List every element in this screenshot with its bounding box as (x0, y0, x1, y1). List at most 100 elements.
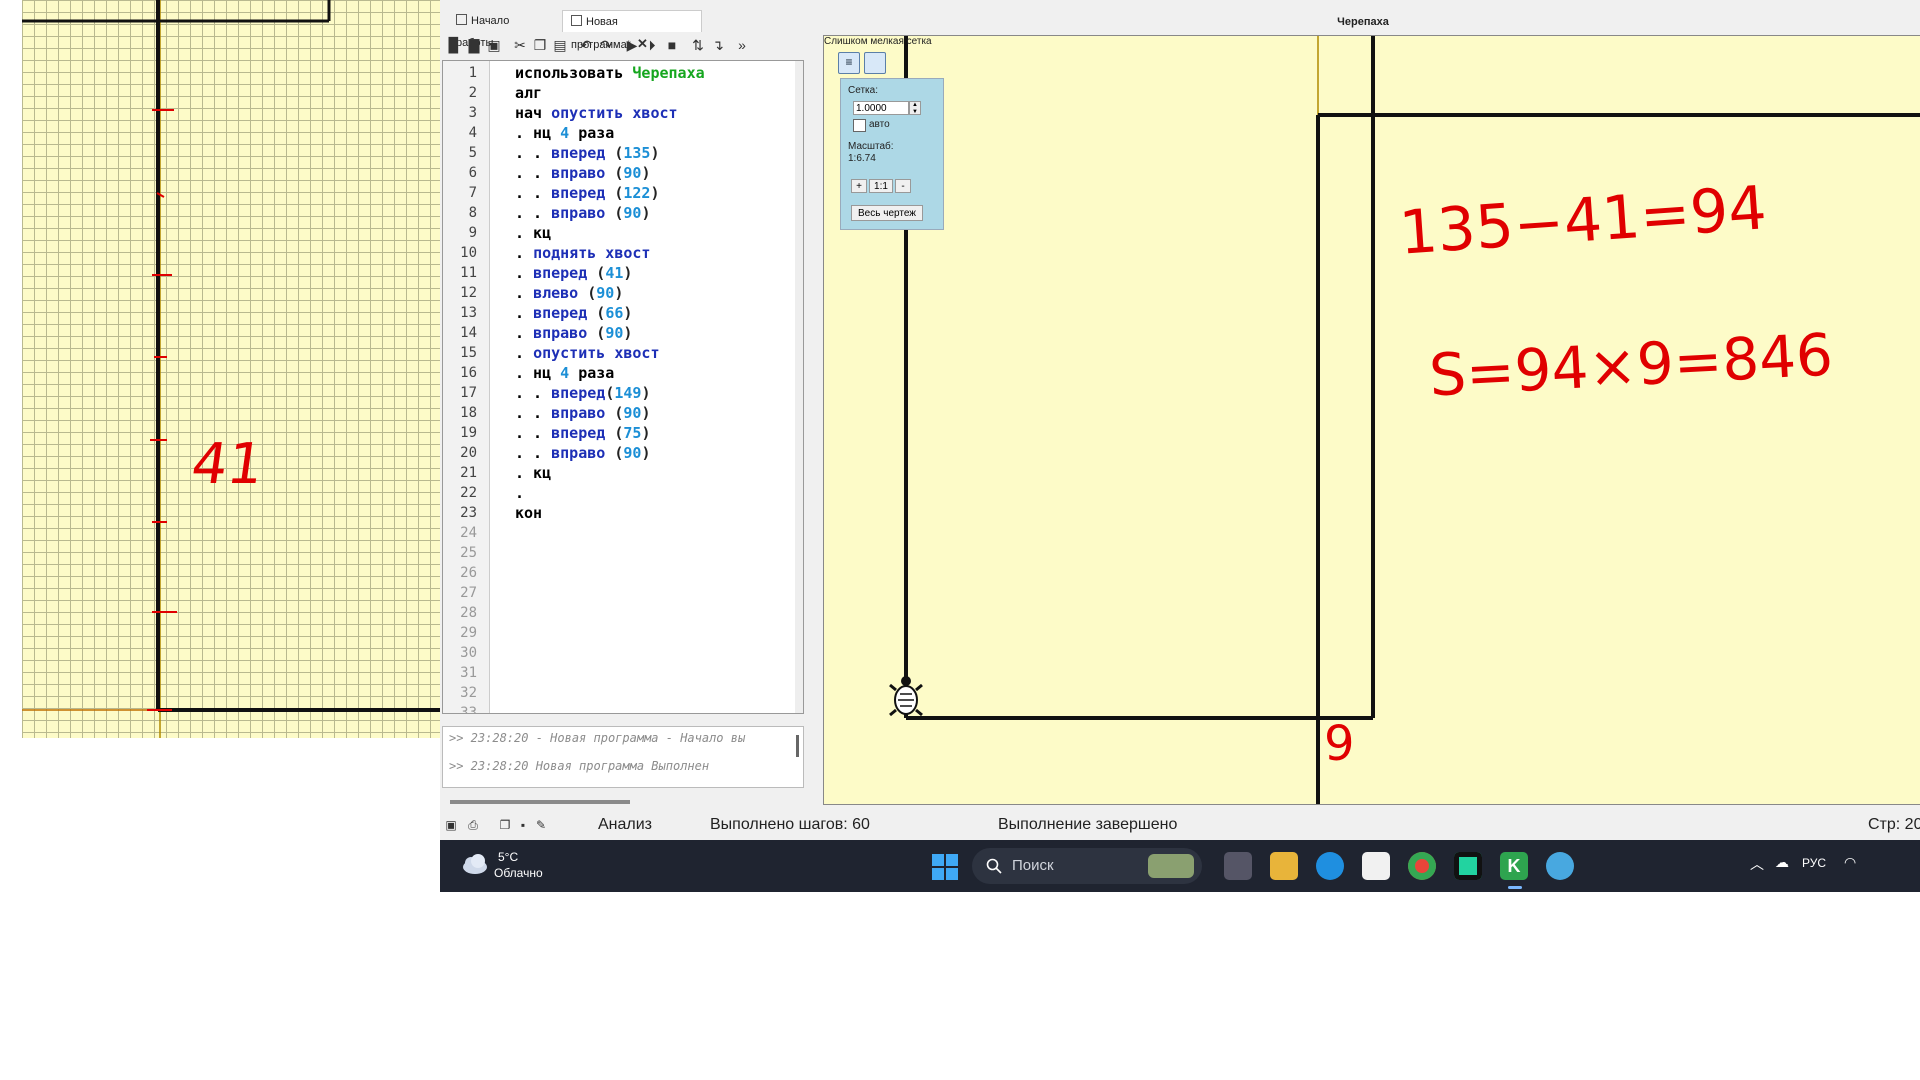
code-line[interactable]: кон (515, 503, 542, 523)
log-scrollbar-v[interactable] (796, 735, 799, 757)
line-number: 27 (460, 585, 477, 601)
code-token: вправо (551, 204, 606, 222)
editor-scrollbar[interactable] (795, 61, 803, 713)
code-line[interactable]: . нц 4 раза (515, 363, 614, 383)
copy-output-icon[interactable]: ❐ (498, 818, 512, 832)
edit-icon[interactable]: ✎ (534, 818, 548, 832)
save-icon[interactable]: ▣ (486, 37, 502, 53)
console-icon[interactable]: ▣ (444, 818, 458, 832)
weather-temperature[interactable]: 5°C (498, 850, 518, 864)
code-line[interactable]: . . вперед (122) (515, 183, 660, 203)
code-token: вперед (551, 144, 606, 162)
code-line[interactable]: использовать Черепаха (515, 63, 705, 83)
code-line[interactable]: . кц (515, 463, 551, 483)
code-line[interactable]: . поднять хвост (515, 243, 650, 263)
run-step-icon[interactable]: ⏵ (644, 37, 660, 53)
code-line[interactable]: . вперед (41) (515, 263, 632, 283)
cut-icon[interactable]: ✂ (512, 37, 528, 53)
pycharm-icon[interactable] (1454, 852, 1482, 880)
code-line[interactable]: алг (515, 83, 542, 103)
tab-start[interactable]: Начало работы (448, 10, 553, 49)
copy-icon[interactable]: ❐ (532, 37, 548, 53)
zoom-in-button[interactable]: + (851, 179, 867, 193)
kumir-icon[interactable]: K (1500, 852, 1528, 880)
code-token: 90 (605, 324, 624, 342)
grid-spinner[interactable]: ▲ ▼ (909, 101, 921, 115)
log-line: >> 23:28:20 Новая программа Выполнен (449, 759, 710, 773)
store-icon[interactable] (1362, 852, 1390, 880)
code-line[interactable]: . опустить хвост (515, 343, 660, 363)
code-token: ) (623, 264, 633, 282)
code-line[interactable]: . . вперед(149) (515, 383, 650, 403)
line-number: 5 (468, 145, 477, 161)
code-line[interactable]: . . вправо (90) (515, 163, 650, 183)
weather-description[interactable]: Облачно (494, 866, 543, 880)
zoom-out-button[interactable]: - (895, 179, 911, 193)
code-token: 135 (623, 144, 651, 162)
code-token: 4 (560, 124, 570, 142)
grid-size-input[interactable]: 1.0000 (853, 101, 909, 115)
windows-start-icon[interactable] (932, 854, 958, 880)
network-app-icon[interactable] (1546, 852, 1574, 880)
grid-label: Сетка: (848, 85, 878, 96)
code-line[interactable]: . нц 4 раза (515, 123, 614, 143)
status-bar: ▣ ⎙ ❐ ▪ ✎ Анализ Выполнено шагов: 60 Вып… (440, 812, 1920, 840)
run-icon[interactable]: ▶ (624, 37, 640, 53)
onedrive-icon[interactable]: ☁ (1775, 854, 1789, 871)
undo-icon[interactable]: ↶ (578, 37, 594, 53)
taskbar-search[interactable]: Поиск (972, 848, 1202, 884)
code-token: вперед (551, 184, 606, 202)
open-folder-icon[interactable]: ▇ (466, 37, 482, 53)
new-file-icon[interactable]: ▉ (446, 37, 462, 53)
turtle-drawing (889, 36, 1920, 804)
step-into-icon[interactable]: ↴ (710, 37, 726, 53)
chevron-up-icon[interactable]: ︿ (1750, 854, 1764, 874)
code-line[interactable]: . вперед (66) (515, 303, 632, 323)
task-view-icon[interactable] (1224, 852, 1252, 880)
code-line[interactable]: . . вправо (90) (515, 403, 650, 423)
code-token: использовать (515, 64, 633, 82)
code-line[interactable]: . вправо (90) (515, 323, 632, 343)
code-token: 90 (623, 444, 642, 462)
line-number: 33 (460, 705, 477, 714)
code-line[interactable]: . кц (515, 223, 551, 243)
line-number: 2 (468, 85, 477, 101)
paste-icon[interactable]: ▤ (552, 37, 568, 53)
redo-icon[interactable]: ↷ (598, 37, 614, 53)
zoom-reset-button[interactable]: 1:1 (869, 179, 893, 193)
chrome-icon[interactable] (1408, 852, 1436, 880)
handwritten-note: 41 (187, 432, 268, 497)
full-drawing-button[interactable]: Весь чертеж (851, 205, 923, 221)
edge-browser-icon[interactable] (1316, 852, 1344, 880)
code-line[interactable]: нач опустить хвост (515, 103, 678, 123)
grid-warning: Слишком мелкая сетка (824, 36, 932, 47)
line-number: 28 (460, 605, 477, 621)
input-language[interactable]: РУС (1802, 856, 1826, 870)
more-icon[interactable]: » (734, 37, 750, 53)
code-line[interactable]: . . вправо (90) (515, 443, 650, 463)
tab-new-program[interactable]: Новая программа* ✕ (562, 10, 702, 51)
line-number: 24 (460, 525, 477, 541)
cloud-icon[interactable] (460, 852, 490, 878)
print-icon[interactable]: ⎙ (466, 818, 480, 832)
code-token: ) (650, 144, 660, 162)
code-editor[interactable]: 1 2 3 4 5 6 7 8 9 10 11 12 13 14 15 16 17 18 19 20 21 22 23 24 2… (442, 60, 804, 714)
code-line[interactable]: . . вперед (75) (515, 423, 650, 443)
panel-toggle-icon[interactable] (864, 52, 886, 74)
stop-icon[interactable]: ■ (664, 37, 680, 53)
auto-grid-checkbox[interactable] (853, 119, 866, 132)
log-scrollbar-h[interactable] (450, 800, 630, 804)
code-token: 4 (560, 364, 570, 382)
turtle-canvas[interactable]: Слишком мелкая сетка ≡ Сетка: 1.0000 ▲ ▼ … (823, 35, 1920, 805)
code-line[interactable]: . . вперед (135) (515, 143, 660, 163)
wifi-icon[interactable]: ◠ (1844, 854, 1856, 871)
trash-icon[interactable]: ▪ (516, 818, 530, 832)
code-token: ( (605, 204, 624, 222)
code-line[interactable]: . . вправо (90) (515, 203, 650, 223)
line-number: 12 (460, 285, 477, 301)
code-line[interactable]: . (515, 483, 524, 503)
menu-icon[interactable]: ≡ (838, 52, 860, 74)
step-over-icon[interactable]: ⇅ (690, 37, 706, 53)
code-line[interactable]: . влево (90) (515, 283, 623, 303)
file-explorer-icon[interactable] (1270, 852, 1298, 880)
